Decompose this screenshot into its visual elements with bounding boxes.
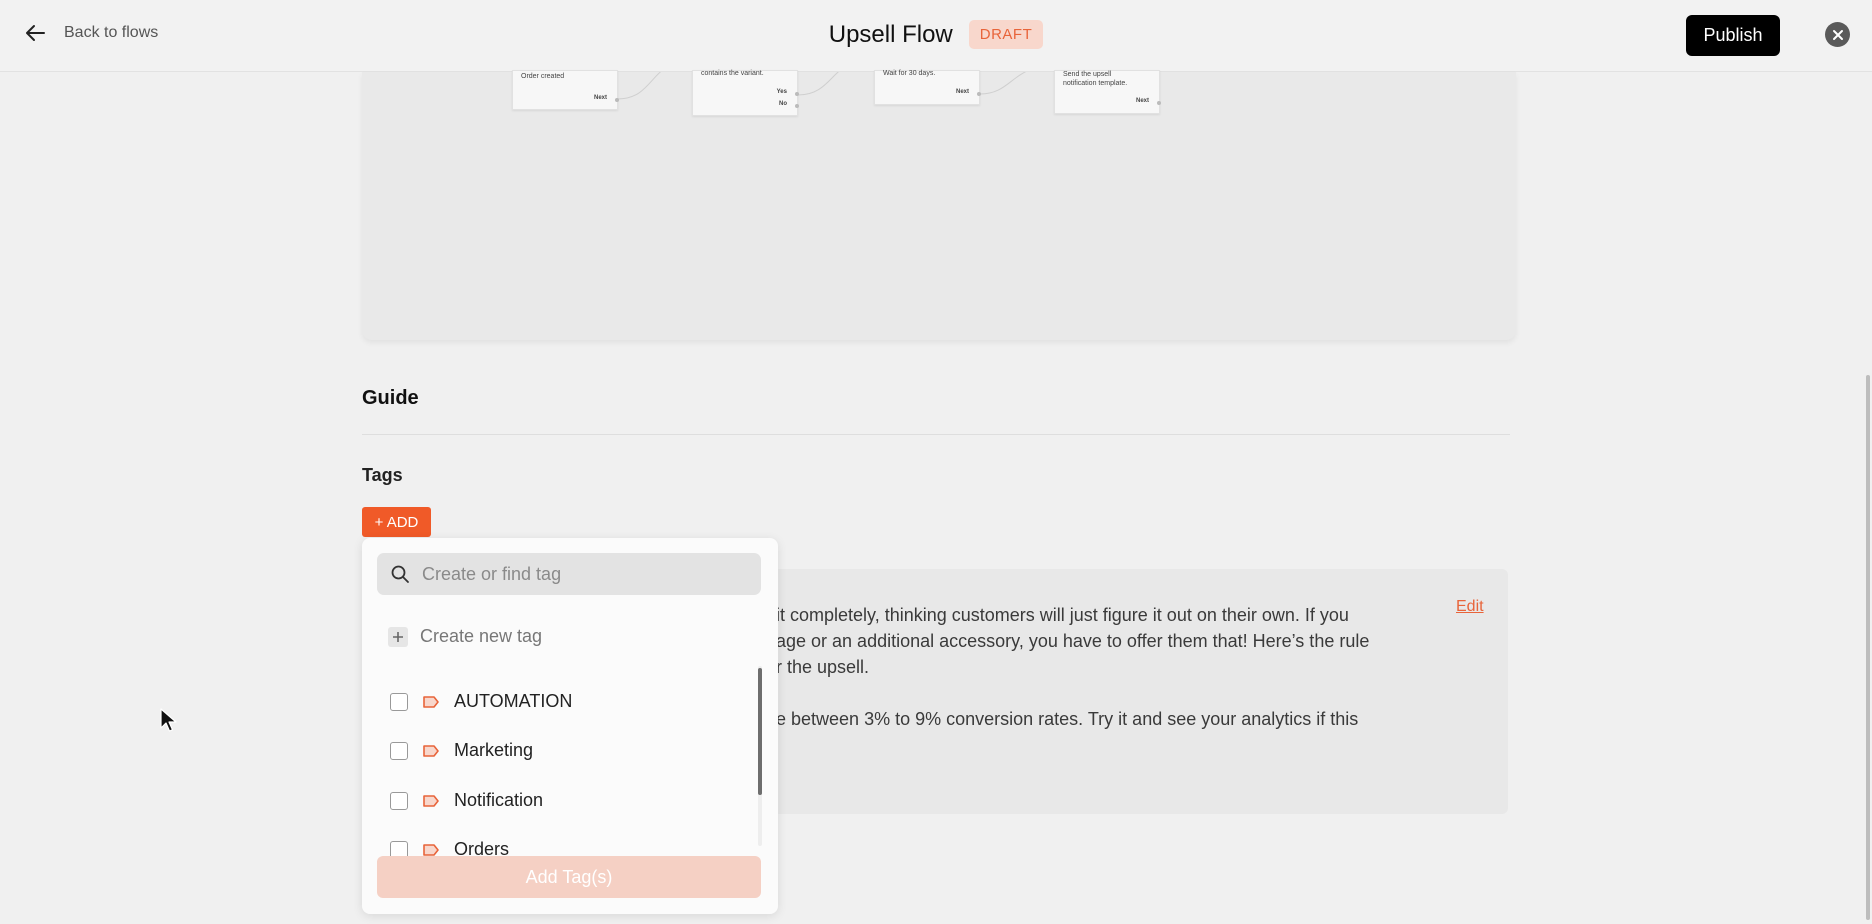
- flow-connectors: [617, 72, 1027, 100]
- tag-name: AUTOMATION: [454, 691, 573, 711]
- tag-icon: [423, 794, 439, 807]
- node-port-label: No: [779, 101, 787, 107]
- page-title: Upsell Flow: [828, 20, 953, 48]
- guide-text-line: age or an additional accessory, you have…: [776, 631, 1370, 651]
- node-text: Wait for 30 days.: [883, 70, 936, 77]
- flow-preview-canvas: Order created Next contains the variant.…: [362, 70, 1516, 340]
- create-new-tag-option[interactable]: Create new tag: [388, 626, 542, 647]
- node-port-label: Yes: [776, 89, 787, 95]
- mouse-cursor-icon: [160, 708, 177, 732]
- flow-node-send[interactable]: Send the upsell notification template. N…: [1054, 70, 1161, 114]
- guide-card: it completely, thinking customers will j…: [760, 569, 1508, 814]
- tag-option-automation[interactable]: AUTOMATION: [390, 691, 572, 712]
- edit-guide-link[interactable]: Edit: [1456, 598, 1484, 616]
- create-new-tag-label: Create new tag: [420, 626, 543, 646]
- flow-node-trigger[interactable]: Order created Next: [512, 70, 619, 110]
- tag-icon: [423, 744, 439, 757]
- tags-heading: Tags: [362, 465, 403, 485]
- node-text: Order created: [521, 73, 565, 80]
- guide-text-line: it completely, thinking customers will j…: [776, 605, 1349, 625]
- tag-checkbox[interactable]: [390, 692, 408, 711]
- node-text: contains the variant.: [701, 70, 764, 77]
- guide-text-line: e between 3% to 9% conversion rates. Try…: [776, 709, 1359, 729]
- node-port-label: Next: [955, 89, 969, 95]
- tag-checkbox[interactable]: [390, 791, 408, 810]
- close-button[interactable]: [1825, 22, 1850, 47]
- tag-list-scroll-thumb[interactable]: [758, 668, 762, 795]
- flow-node-condition[interactable]: contains the variant. Yes No: [692, 70, 799, 116]
- tag-list[interactable]: AUTOMATION Marketing Notification Orders: [362, 656, 757, 866]
- node-port: [615, 98, 619, 102]
- guide-text-line: r the upsell.: [776, 657, 870, 677]
- tag-icon: [423, 695, 439, 708]
- tag-search-box: [377, 553, 761, 595]
- node-port-label: Next: [593, 95, 607, 101]
- tag-name: Marketing: [454, 740, 534, 760]
- tag-dropdown: Create new tag AUTOMATION Marketing Noti…: [362, 538, 778, 914]
- publish-button[interactable]: Publish: [1686, 15, 1780, 56]
- search-icon: [391, 565, 409, 583]
- node-port: [795, 92, 799, 96]
- status-badge: DRAFT: [968, 20, 1044, 49]
- add-tag-button[interactable]: + ADD: [362, 507, 431, 537]
- node-text: Send the upsell notification template.: [1063, 71, 1128, 87]
- tag-name: Notification: [454, 790, 544, 810]
- page-scrollbar[interactable]: [1866, 375, 1870, 920]
- add-tags-button[interactable]: Add Tag(s): [377, 856, 761, 898]
- node-port: [977, 92, 981, 96]
- top-bar: Back to flows Upsell Flow DRAFT Publish: [0, 0, 1872, 72]
- flow-node-wait[interactable]: Wait for 30 days. Next: [874, 70, 981, 105]
- node-port: [795, 104, 799, 108]
- tag-search-input[interactable]: [420, 562, 744, 586]
- node-port: [1157, 101, 1161, 105]
- plus-icon: [388, 626, 408, 647]
- node-port-label: Next: [1135, 98, 1149, 104]
- close-icon: [1832, 29, 1843, 40]
- tag-option-notification[interactable]: Notification: [390, 790, 543, 811]
- guide-heading: Guide: [362, 387, 419, 409]
- section-divider: [362, 434, 1510, 435]
- tag-icon: [423, 843, 439, 856]
- tag-option-marketing[interactable]: Marketing: [390, 740, 533, 761]
- tag-checkbox[interactable]: [390, 741, 408, 760]
